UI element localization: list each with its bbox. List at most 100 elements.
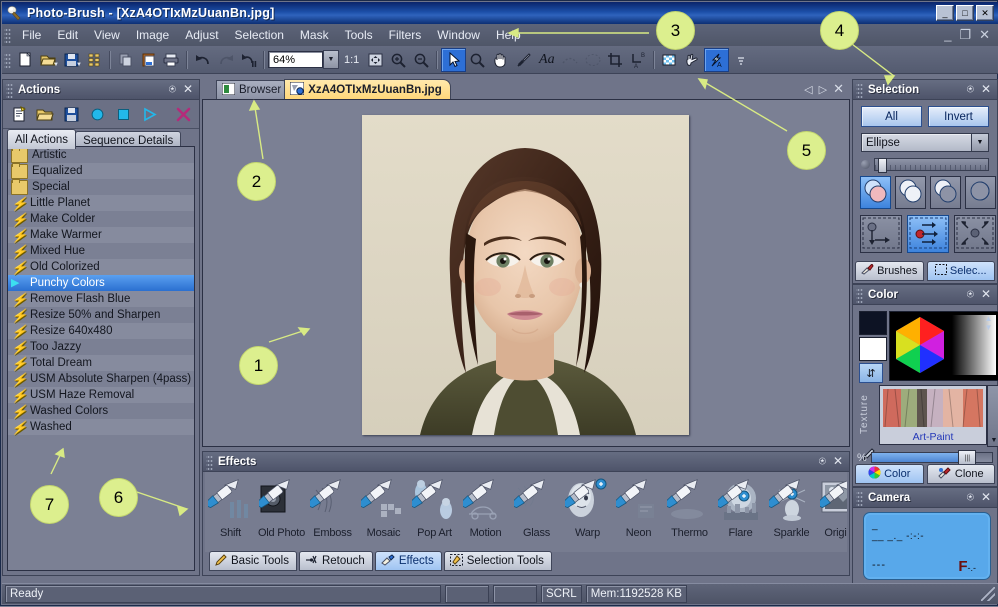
tab-retouch[interactable]: Retouch xyxy=(298,551,373,571)
mdi-restore-button[interactable]: ❐ xyxy=(959,27,971,43)
undo-icon[interactable] xyxy=(191,49,214,71)
pin-icon[interactable]: ⍟ xyxy=(967,82,974,97)
tab-prev-button[interactable]: ◁ xyxy=(804,83,812,96)
menu-filters[interactable]: Filters xyxy=(381,26,430,44)
offset-selection-icon[interactable] xyxy=(907,215,949,253)
zoom-input[interactable]: 64% xyxy=(268,51,323,68)
selection-shape-dropdown[interactable]: Ellipse ▼ xyxy=(861,133,989,152)
actions-list-item[interactable]: Equalized xyxy=(8,162,194,179)
print-icon[interactable] xyxy=(160,49,183,71)
delete-action-icon[interactable] xyxy=(171,103,195,125)
tab-close-button[interactable]: ✕ xyxy=(833,81,844,97)
minimize-button[interactable]: _ xyxy=(936,5,954,21)
tab-brushes[interactable]: Brushes xyxy=(855,261,924,281)
pin-icon[interactable]: ⍟ xyxy=(967,287,974,302)
close-icon[interactable]: ✕ xyxy=(981,490,991,505)
actions-list-item[interactable]: ⚡ USM Absolute Sharpen (4pass) xyxy=(8,371,194,387)
stamp-tool[interactable] xyxy=(681,49,704,71)
effect-item[interactable]: Emboss xyxy=(307,476,357,539)
menu-image[interactable]: Image xyxy=(128,26,177,44)
actions-list-item[interactable]: ⚡ Mixed Hue xyxy=(8,243,194,259)
feather-slider[interactable] xyxy=(861,158,989,173)
new-icon[interactable] xyxy=(14,49,37,71)
selection-panel-grip[interactable] xyxy=(856,81,863,98)
toolbar-grip[interactable] xyxy=(4,51,11,68)
texture-preview[interactable]: Art-Paint xyxy=(879,385,987,445)
history-icon[interactable] xyxy=(237,49,260,71)
actions-panel-grip[interactable] xyxy=(6,81,13,98)
open-icon[interactable]: ▼ xyxy=(37,49,60,71)
copy-icon[interactable] xyxy=(114,49,137,71)
menu-view[interactable]: View xyxy=(86,26,128,44)
effects-panel-grip[interactable] xyxy=(206,453,213,470)
actions-list-item[interactable]: ⚡ Little Planet xyxy=(8,195,194,211)
menu-adjust[interactable]: Adjust xyxy=(177,26,226,44)
actions-list-item[interactable]: ⚡ Washed Colors xyxy=(8,403,194,419)
replace-selection-icon[interactable] xyxy=(860,176,891,209)
open-dropdown-arrow[interactable]: ▼ xyxy=(53,62,59,68)
invert-selection-button[interactable]: Invert xyxy=(928,106,989,127)
stop-icon[interactable] xyxy=(111,103,135,125)
effects-list[interactable]: Shift Old Photo Emboss Mosaic Pop Art Mo… xyxy=(205,472,847,552)
actions-list-item[interactable]: ▶ Punchy Colors xyxy=(8,275,194,291)
actions-list-item[interactable]: ⚡ Total Dream xyxy=(8,355,194,371)
tab-clone[interactable]: Clone xyxy=(926,464,995,484)
effect-item[interactable]: Pop Art xyxy=(409,476,459,539)
subtract-selection-icon[interactable] xyxy=(930,176,961,209)
actions-list-item[interactable]: ⚡ Old Colorized xyxy=(8,259,194,275)
effect-item[interactable]: Original xyxy=(817,476,847,539)
menu-mask[interactable]: Mask xyxy=(292,26,337,44)
actions-list-item[interactable]: ⚡ Resize 640x480 xyxy=(8,323,194,339)
opacity-track[interactable]: ||| xyxy=(870,450,993,466)
record-icon[interactable] xyxy=(85,103,109,125)
scale-selection-icon[interactable] xyxy=(954,215,996,253)
feather-knob[interactable] xyxy=(878,158,887,173)
color-panel-grip[interactable] xyxy=(856,286,863,303)
close-icon[interactable]: ✕ xyxy=(981,82,991,97)
effect-item[interactable]: Neon xyxy=(613,476,663,539)
menu-window[interactable]: Window xyxy=(429,26,488,44)
close-icon[interactable]: ✕ xyxy=(183,82,193,97)
actions-list-item[interactable]: ⚡ Remove Flash Blue xyxy=(8,291,194,307)
mdi-close-button[interactable]: ✕ xyxy=(979,27,990,43)
swap-colors-icon[interactable]: ⇵ xyxy=(859,363,883,383)
tab-selections[interactable]: Selec... xyxy=(926,261,995,281)
magnifier-tool[interactable] xyxy=(466,49,489,71)
maximize-button[interactable]: □ xyxy=(956,5,974,21)
arrow-select-tool[interactable] xyxy=(441,47,467,72)
feather-track[interactable] xyxy=(874,158,989,173)
camera-panel-grip[interactable] xyxy=(856,489,863,506)
save-action-icon[interactable] xyxy=(59,103,83,125)
zoom-in-icon[interactable] xyxy=(387,49,410,71)
mdi-minimize-button[interactable]: _ xyxy=(944,27,951,43)
document-tab-browser[interactable]: Browser xyxy=(216,80,291,99)
hand-tool[interactable] xyxy=(489,49,512,71)
thumbnails-icon[interactable] xyxy=(83,49,106,71)
actions-list-item[interactable]: Special xyxy=(8,178,194,195)
pin-icon[interactable]: ⍟ xyxy=(819,454,826,469)
add-selection-icon[interactable] xyxy=(895,176,926,209)
photo-image[interactable] xyxy=(362,115,689,435)
chevron-down-icon[interactable]: ▼ xyxy=(971,134,988,151)
move-selection-icon[interactable] xyxy=(860,215,902,253)
eyedropper-tool[interactable] xyxy=(512,49,535,71)
play-icon[interactable] xyxy=(137,103,161,125)
new-action-icon[interactable] xyxy=(7,103,31,125)
actions-list-item[interactable]: ⚡ USM Haze Removal xyxy=(8,387,194,403)
texture-dropdown-arrow[interactable]: ▼ xyxy=(987,385,998,447)
save-dropdown-arrow[interactable]: ▼ xyxy=(76,62,82,68)
checker-tool[interactable] xyxy=(658,49,681,71)
save-icon[interactable]: ▼ xyxy=(60,49,83,71)
effect-item[interactable]: Sparkle xyxy=(766,476,816,539)
close-button[interactable]: ✕ xyxy=(976,5,994,21)
effect-item[interactable]: Old Photo xyxy=(256,476,306,539)
effect-item[interactable]: Flare xyxy=(715,476,765,539)
tab-effects[interactable]: Effects xyxy=(374,551,442,571)
tab-basic-tools[interactable]: Basic Tools xyxy=(209,551,297,571)
menu-tools[interactable]: Tools xyxy=(337,26,381,44)
camera-display[interactable]: _ __ _._ -:-:- --- F-.- xyxy=(863,512,991,580)
select-all-button[interactable]: All xyxy=(861,106,922,127)
actions-list-item[interactable]: Artistic xyxy=(8,147,194,163)
actions-list-item[interactable]: ⚡ Too Jazzy xyxy=(8,339,194,355)
open-action-icon[interactable] xyxy=(33,103,57,125)
